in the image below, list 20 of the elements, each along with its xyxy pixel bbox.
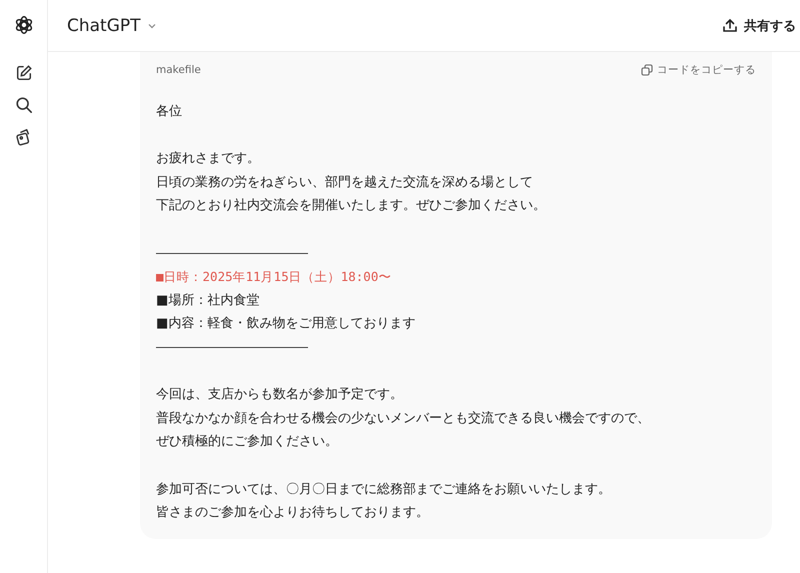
code-line: ■日時：2025年11月15日（土）18:00〜	[156, 268, 392, 286]
code-line: 皆さまのご参加を心よりお待ちしております。	[156, 504, 430, 522]
search-icon[interactable]	[14, 96, 32, 114]
code-line: 日頃の業務の労をねぎらい、部門を越えた交流を深める場として	[156, 174, 534, 192]
code-line: 下記のとおり社内交流会を開催いたします。ぜひご参加ください。	[156, 197, 547, 216]
code-line: 今回は、支店からも数名が参加予定です。	[156, 386, 404, 404]
code-line: 各位	[156, 103, 183, 121]
code-line: ■場所：社内食堂	[156, 292, 260, 310]
share-icon	[722, 18, 738, 34]
code-line: 参加可否については、〇月〇日までに総務部までご連絡をお願いいたします。	[156, 480, 612, 498]
edit-icon[interactable]	[14, 64, 32, 82]
code-line: ぜひ積極的にご参加ください。	[156, 433, 339, 452]
model-selector[interactable]: ChatGPT	[67, 16, 157, 36]
code-line: ■内容：軽食・飲み物をご用意しております	[156, 315, 416, 334]
copy-icon	[641, 64, 653, 76]
share-button[interactable]: 共有する	[722, 16, 796, 34]
code-line: お疲れさまです。	[156, 150, 261, 168]
copy-code-button[interactable]: コードをコピーする	[641, 63, 756, 77]
code-line: 普段なかなか顔を合わせる機会の少ないメンバーとも交流できる良い機会ですので、	[156, 410, 651, 428]
code-language: makefile	[156, 64, 201, 76]
